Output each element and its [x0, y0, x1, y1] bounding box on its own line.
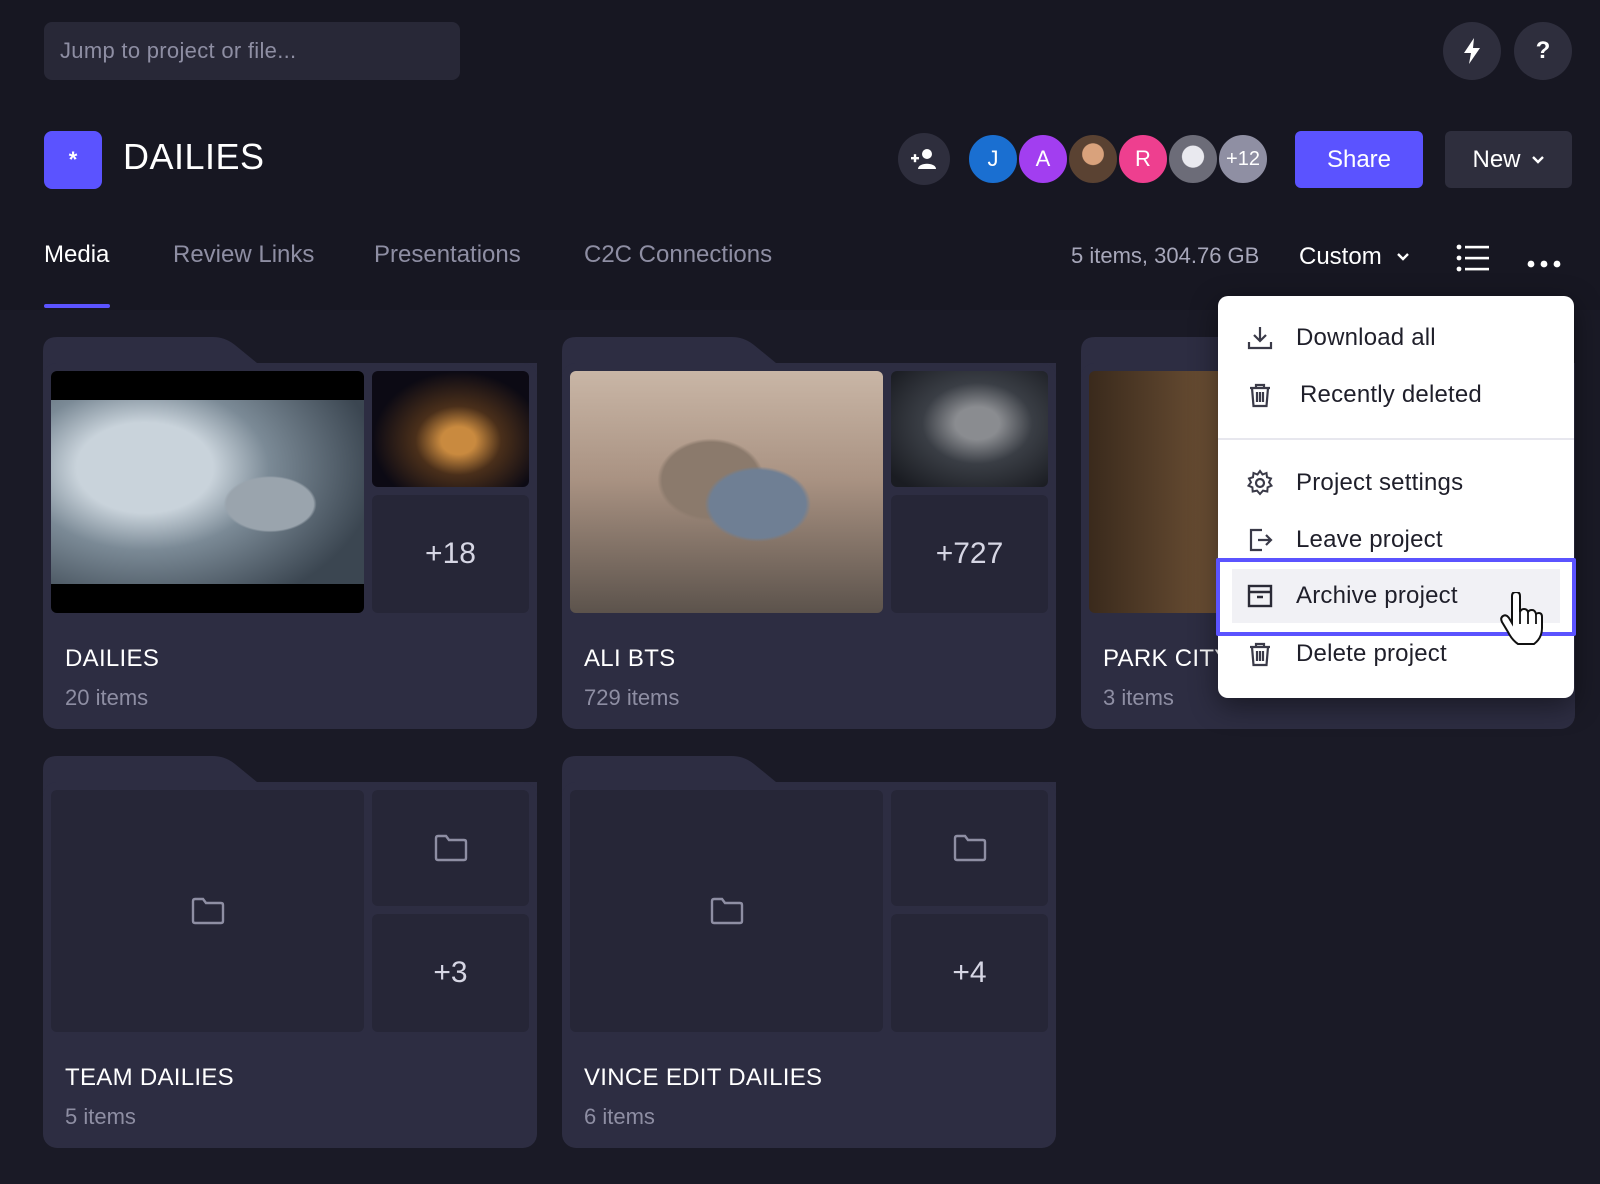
thumbnail-secondary-empty	[372, 790, 529, 906]
project-icon: *	[44, 131, 102, 189]
share-label: Share	[1326, 145, 1392, 173]
avatar[interactable]: J	[967, 133, 1019, 185]
tab-media[interactable]: Media	[44, 241, 109, 269]
thumbnail-main-empty	[51, 790, 364, 1032]
thumbnail-secondary	[891, 371, 1048, 487]
folder-item-count: 5 items	[65, 1104, 136, 1129]
menu-item-label: Project settings	[1296, 469, 1464, 496]
exit-icon	[1249, 528, 1273, 552]
list-view-icon	[1456, 244, 1489, 272]
share-button[interactable]: Share	[1295, 131, 1423, 188]
folder-name: ALI BTS	[584, 645, 676, 672]
trash-icon	[1250, 642, 1270, 667]
folder-item-count: 20 items	[65, 685, 149, 710]
avatar-initial: A	[1035, 146, 1051, 171]
thumbnail-more-count: +727	[891, 495, 1048, 613]
help-button[interactable]: ?	[1514, 22, 1572, 80]
folder-icon	[710, 897, 743, 925]
active-tab-indicator	[44, 304, 110, 308]
thumbnail-main	[51, 371, 364, 613]
help-label: ?	[1535, 37, 1551, 64]
folder-body: +3 TEAM DAILIES 5 items	[43, 782, 537, 1148]
folder-body: +727 ALI BTS 729 items	[562, 363, 1056, 729]
avatar[interactable]: A	[1017, 133, 1069, 185]
thumbnail-secondary-empty	[891, 790, 1048, 906]
ellipsis-icon	[1527, 260, 1561, 268]
sort-dropdown[interactable]: Custom	[1299, 243, 1410, 271]
folder-item-count: 3 items	[1103, 685, 1174, 710]
folder-icon	[953, 834, 986, 862]
folder-name: DAILIES	[65, 645, 160, 672]
page-title: DAILIES	[123, 136, 265, 177]
tab-review-links[interactable]: Review Links	[173, 241, 314, 269]
tab-presentations[interactable]: Presentations	[374, 241, 521, 269]
folder-name: VINCE EDIT DAILIES	[584, 1064, 823, 1091]
menu-item-label: Leave project	[1296, 526, 1443, 553]
menu-item-label: Download all	[1296, 324, 1436, 351]
menu-item-recently-deleted[interactable]: Recently deleted	[1218, 368, 1574, 422]
avatar-overflow[interactable]: +12	[1217, 133, 1269, 185]
new-label: New	[1472, 145, 1521, 173]
gear-icon	[1246, 469, 1274, 496]
folder-item-count: 6 items	[584, 1104, 655, 1129]
more-options-button[interactable]	[1527, 249, 1561, 275]
folder-icon	[191, 897, 224, 925]
folder-card[interactable]: +727 ALI BTS 729 items	[562, 337, 1056, 729]
new-button[interactable]: New	[1445, 131, 1572, 188]
add-user-icon	[911, 149, 936, 169]
trash-icon	[1250, 383, 1270, 408]
folder-body: +4 VINCE EDIT DAILIES 6 items	[562, 782, 1056, 1148]
chevron-down-icon	[1396, 253, 1409, 261]
thumbnail-more-count: +3	[372, 914, 529, 1032]
quick-actions-button[interactable]	[1443, 22, 1501, 80]
sort-label: Custom	[1299, 243, 1382, 270]
menu-item-label: Recently deleted	[1300, 381, 1482, 408]
list-view-toggle[interactable]	[1456, 244, 1490, 277]
search-input[interactable]	[44, 22, 460, 80]
folder-card[interactable]: +4 VINCE EDIT DAILIES 6 items	[562, 756, 1056, 1148]
folder-name: TEAM DAILIES	[65, 1064, 234, 1091]
thumbnail-more-count: +4	[891, 914, 1048, 1032]
thumbnail-more-count: +18	[372, 495, 529, 613]
folder-name: PARK CITY	[1103, 645, 1231, 672]
avatar-photo[interactable]	[1167, 133, 1219, 185]
folder-item-count: 729 items	[584, 685, 680, 710]
avatar-photo[interactable]	[1067, 133, 1119, 185]
avatar-initial: R	[1135, 146, 1151, 171]
thumbnail-secondary	[372, 371, 529, 487]
pointer-hand-icon	[1500, 592, 1543, 645]
menu-divider	[1218, 438, 1574, 440]
items-summary: 5 items, 304.76 GB	[1071, 243, 1260, 268]
download-icon	[1247, 327, 1273, 350]
avatar-initial: J	[987, 146, 999, 171]
folder-icon	[434, 834, 467, 862]
folder-body: +18 DAILIES 20 items	[43, 363, 537, 729]
menu-item-label: Delete project	[1296, 640, 1447, 667]
menu-item-download-all[interactable]: Download all	[1218, 311, 1574, 365]
thumbnail-main-empty	[570, 790, 883, 1032]
avatar[interactable]: R	[1117, 133, 1169, 185]
chevron-down-icon	[1531, 155, 1544, 164]
tab-c2c-connections[interactable]: C2C Connections	[584, 241, 772, 269]
menu-item-project-settings[interactable]: Project settings	[1218, 456, 1574, 510]
project-icon-label: *	[68, 147, 78, 172]
folder-card[interactable]: +3 TEAM DAILIES 5 items	[43, 756, 537, 1148]
folder-card[interactable]: +18 DAILIES 20 items	[43, 337, 537, 729]
lightning-icon	[1464, 38, 1480, 64]
invite-user-button[interactable]	[898, 133, 950, 185]
avatar-overflow-count: +12	[1226, 147, 1260, 170]
thumbnail-main	[570, 371, 883, 613]
